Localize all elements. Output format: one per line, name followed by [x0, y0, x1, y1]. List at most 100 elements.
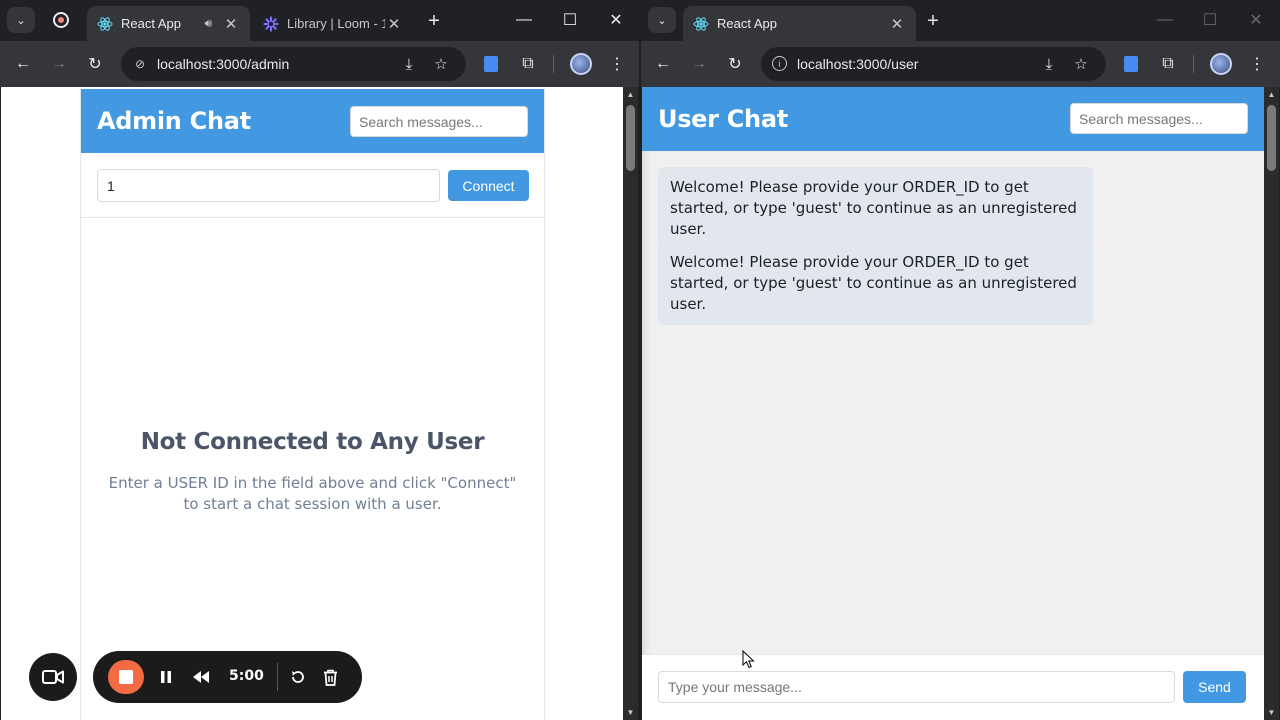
tab-title: React App	[717, 16, 777, 31]
site-info-icon[interactable]: i	[772, 56, 787, 71]
reload-icon[interactable]: ↻	[81, 50, 109, 78]
back-arrow-icon[interactable]: ←	[9, 50, 37, 78]
toolbar-divider	[553, 55, 554, 73]
page-scrollbar[interactable]: ▲ ▼	[623, 87, 638, 720]
close-window-icon[interactable]: ✕	[1234, 6, 1278, 34]
user-browser-window: ⌄ React App ✕ + — ☐ ✕ ← → ↻ i localhost:…	[641, 0, 1280, 720]
tab-react-app-admin[interactable]: React App 🔊︎ ✕	[87, 6, 250, 41]
recording-controls: 5:00	[93, 651, 362, 703]
react-logo-icon	[693, 16, 709, 31]
tab-loom-library[interactable]: Library | Loom - 1( ✕	[253, 6, 413, 41]
tab-strip: ⌄ React App ✕ + — ☐ ✕	[641, 0, 1280, 41]
scroll-up-arrow-icon[interactable]: ▲	[1264, 87, 1279, 102]
recording-indicator-icon	[53, 12, 69, 28]
maximize-window-icon[interactable]: ☐	[548, 6, 592, 34]
camera-toggle-button[interactable]	[29, 653, 77, 701]
close-tab-icon[interactable]: ✕	[888, 15, 906, 33]
message-list[interactable]: Welcome! Please provide your ORDER_ID to…	[642, 151, 1264, 654]
scroll-down-arrow-icon[interactable]: ▼	[1264, 705, 1279, 720]
rewind-icon	[193, 671, 209, 683]
audio-playing-icon[interactable]: 🔊︎	[204, 16, 212, 31]
user-id-input[interactable]	[97, 169, 440, 202]
tab-react-app-user[interactable]: React App ✕	[683, 6, 916, 41]
stop-icon	[119, 670, 133, 684]
forward-arrow-icon[interactable]: →	[45, 50, 73, 78]
stop-recording-button[interactable]	[108, 660, 144, 694]
empty-state-title: Not Connected to Any User	[140, 429, 485, 455]
bookmark-star-icon[interactable]: ☆	[430, 53, 452, 75]
new-tab-button[interactable]: +	[921, 9, 945, 33]
search-input[interactable]	[350, 106, 528, 137]
trash-icon	[323, 669, 337, 686]
pause-button[interactable]	[157, 665, 175, 689]
close-window-icon[interactable]: ✕	[594, 6, 638, 34]
reload-icon[interactable]: ↻	[721, 50, 749, 78]
tab-title: React App	[121, 16, 181, 31]
profile-avatar[interactable]	[567, 50, 595, 78]
admin-page: Admin Chat Connect Not Connected to Any …	[1, 87, 623, 720]
docs-extension-icon[interactable]	[477, 50, 505, 78]
extensions-puzzle-icon[interactable]: ⧉	[514, 50, 542, 78]
empty-state-description: Enter a USER ID in the field above and c…	[108, 474, 517, 513]
pause-icon	[161, 671, 171, 683]
connect-button[interactable]: Connect	[448, 170, 529, 201]
url-text: localhost:3000/user	[797, 56, 919, 72]
search-input[interactable]	[1070, 103, 1248, 134]
message-composer: Send	[642, 654, 1264, 720]
user-page: User Chat Welcome! Please provide your O…	[642, 87, 1264, 720]
toolbar-divider	[1193, 55, 1194, 73]
tab-search-button[interactable]: ⌄	[648, 7, 676, 33]
extensions-puzzle-icon[interactable]: ⧉	[1154, 50, 1182, 78]
react-logo-icon	[97, 16, 113, 31]
browser-menu-icon[interactable]: ⋮	[603, 50, 631, 78]
back-arrow-icon[interactable]: ←	[649, 50, 677, 78]
scroll-down-arrow-icon[interactable]: ▼	[623, 705, 638, 720]
minimize-window-icon[interactable]: —	[502, 6, 546, 34]
address-bar[interactable]: ⊘ localhost:3000/admin ⤓ ☆	[121, 47, 466, 81]
admin-browser-window: ⌄ React App 🔊︎ ✕ Library | Loom - 1( ✕ +…	[0, 0, 639, 720]
mouse-cursor-icon	[742, 650, 755, 669]
bookmark-star-icon[interactable]: ☆	[1070, 53, 1092, 75]
controls-divider	[277, 663, 278, 691]
forward-arrow-icon[interactable]: →	[685, 50, 713, 78]
new-tab-button[interactable]: +	[422, 9, 446, 33]
url-text: localhost:3000/admin	[157, 56, 290, 72]
install-app-icon[interactable]: ⤓	[1038, 53, 1060, 75]
maximize-window-icon[interactable]: ☐	[1188, 6, 1232, 34]
restart-icon	[292, 671, 304, 683]
scroll-thumb[interactable]	[1267, 105, 1276, 171]
tab-strip: ⌄ React App 🔊︎ ✕ Library | Loom - 1( ✕ +…	[0, 0, 639, 41]
message-bubble: Welcome! Please provide your ORDER_ID to…	[658, 242, 1093, 325]
rewind-button[interactable]	[190, 665, 212, 689]
address-bar[interactable]: i localhost:3000/user ⤓ ☆	[761, 47, 1106, 81]
video-camera-icon	[42, 670, 64, 684]
close-tab-icon[interactable]: ✕	[385, 15, 403, 33]
connect-bar: Connect	[81, 153, 544, 218]
tab-search-button[interactable]: ⌄	[7, 7, 35, 33]
close-tab-icon[interactable]: ✕	[222, 15, 240, 33]
delete-recording-button[interactable]	[320, 665, 340, 689]
browser-toolbar: ← → ↻ i localhost:3000/user ⤓ ☆ ⧉ ⋮	[641, 41, 1280, 87]
page-viewport: Admin Chat Connect Not Connected to Any …	[1, 87, 638, 720]
message-bubble: Welcome! Please provide your ORDER_ID to…	[658, 167, 1093, 250]
page-viewport: User Chat Welcome! Please provide your O…	[642, 87, 1279, 720]
browser-toolbar: ← → ↻ ⊘ localhost:3000/admin ⤓ ☆ ⧉ ⋮	[0, 41, 639, 87]
page-title: Admin Chat	[97, 107, 251, 135]
profile-avatar[interactable]	[1207, 50, 1235, 78]
recording-timer: 5:00	[229, 668, 264, 684]
browser-menu-icon[interactable]: ⋮	[1243, 50, 1271, 78]
scroll-up-arrow-icon[interactable]: ▲	[623, 87, 638, 102]
page-title: User Chat	[658, 105, 788, 133]
empty-state: Not Connected to Any User Enter a USER I…	[81, 429, 544, 515]
message-input[interactable]	[658, 671, 1175, 703]
admin-chat-container: Admin Chat Connect Not Connected to Any …	[80, 89, 545, 720]
install-app-icon[interactable]: ⤓	[398, 53, 420, 75]
page-scrollbar[interactable]: ▲ ▼	[1264, 87, 1279, 720]
scroll-thumb[interactable]	[626, 105, 635, 171]
minimize-window-icon[interactable]: —	[1143, 6, 1187, 34]
restart-button[interactable]	[288, 665, 308, 689]
send-button[interactable]: Send	[1183, 671, 1246, 703]
loom-logo-icon	[263, 15, 279, 32]
camera-blocked-icon[interactable]: ⊘	[131, 55, 149, 73]
docs-extension-icon[interactable]	[1117, 50, 1145, 78]
